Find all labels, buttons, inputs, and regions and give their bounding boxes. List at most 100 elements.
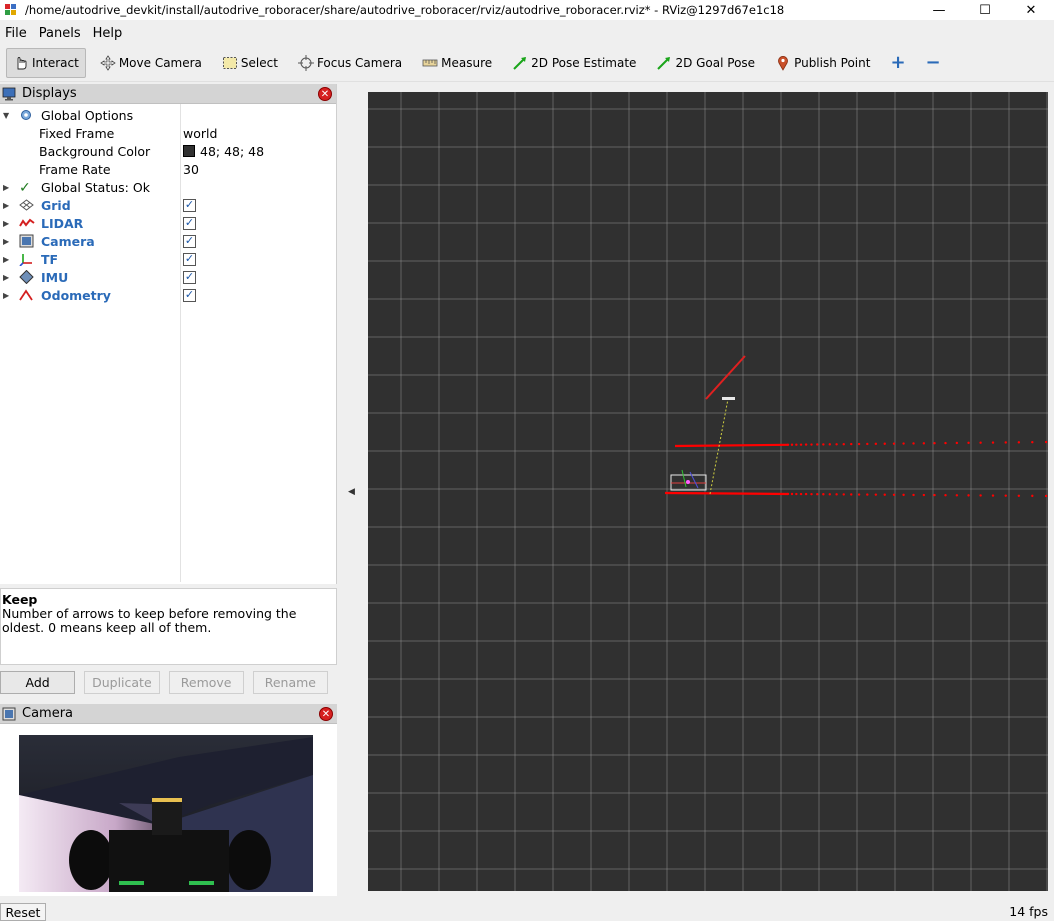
lidar-point xyxy=(1017,494,1021,497)
move-camera-tool-button[interactable]: Move Camera xyxy=(94,48,208,78)
measure-tool-button[interactable]: Measure xyxy=(416,48,498,78)
title-bar: /home/autodrive_devkit/install/autodrive… xyxy=(0,0,1054,20)
camera-panel-title: Camera xyxy=(22,706,74,721)
odometry-checkbox[interactable]: ✓ xyxy=(183,288,196,302)
lidar-point xyxy=(902,442,905,445)
tree-row-fixed-frame[interactable]: Fixed Frame world xyxy=(0,124,337,142)
tree-row-global-options[interactable]: ▼ Global Options xyxy=(0,106,337,124)
scene-canvas[interactable] xyxy=(368,92,1048,891)
grid-checkbox[interactable]: ✓ xyxy=(183,198,196,212)
collapsed-arrow-icon[interactable]: ▶ xyxy=(3,201,11,210)
odometry-check[interactable]: ✓ xyxy=(183,288,196,302)
menu-file[interactable]: File xyxy=(0,26,33,41)
map-pin-icon xyxy=(775,55,791,71)
remove-button[interactable]: Remove xyxy=(168,671,244,694)
lidar-point xyxy=(922,493,926,497)
focus-camera-tool-button[interactable]: Focus Camera xyxy=(292,48,408,78)
close-camera-panel-icon[interactable]: ✕ xyxy=(319,707,333,721)
tree-row-imu[interactable]: ▶ IMU ✓ xyxy=(0,268,337,286)
grid-label: Grid xyxy=(41,197,71,213)
lidar-label: LIDAR xyxy=(41,215,84,231)
tree-row-frame-rate[interactable]: Frame Rate 30 xyxy=(0,160,337,178)
panel-splitter[interactable]: ◀ xyxy=(337,84,368,896)
expand-arrow-icon[interactable]: ▼ xyxy=(3,111,11,120)
pose-estimate-tool-button[interactable]: 2D Pose Estimate xyxy=(506,48,642,78)
camera-image xyxy=(19,735,313,892)
global-status-label: Global Status: Ok xyxy=(41,179,150,195)
collapsed-arrow-icon[interactable]: ▶ xyxy=(3,237,11,246)
tf-checkbox[interactable]: ✓ xyxy=(183,252,196,266)
lidar-point xyxy=(933,493,936,497)
grid-check[interactable]: ✓ xyxy=(183,198,196,212)
publish-point-tool-button[interactable]: Publish Point xyxy=(769,48,876,78)
tree-row-tf[interactable]: ▶ TF ✓ xyxy=(0,250,337,268)
maximize-button[interactable]: ☐ xyxy=(962,0,1008,20)
collapsed-arrow-icon[interactable]: ▶ xyxy=(3,219,11,228)
render-3d-view[interactable] xyxy=(368,92,1048,891)
lidar-point xyxy=(786,492,790,496)
lidar-point xyxy=(835,443,838,446)
lidar-point xyxy=(816,443,819,446)
lidar-point xyxy=(883,442,886,445)
status-bar: Reset 14 fps xyxy=(0,898,1054,921)
window-title: /home/autodrive_devkit/install/autodrive… xyxy=(25,3,785,17)
lidar-point xyxy=(944,441,947,445)
reset-button[interactable]: Reset xyxy=(0,903,46,921)
close-displays-panel-icon[interactable]: ✕ xyxy=(318,87,332,101)
interact-tool-button[interactable]: Interact xyxy=(6,47,86,78)
background-color-value[interactable]: 48; 48; 48 xyxy=(183,144,264,159)
select-box-icon xyxy=(222,55,238,71)
camera-panel-header: Camera ✕ xyxy=(0,704,337,724)
rename-button[interactable]: Rename xyxy=(252,671,328,694)
minimize-button[interactable]: — xyxy=(916,0,962,20)
tree-row-lidar[interactable]: ▶ LIDAR ✓ xyxy=(0,214,337,232)
lidar-point xyxy=(786,443,790,446)
tree-row-background-color[interactable]: Background Color 48; 48; 48 xyxy=(0,142,337,160)
color-swatch[interactable] xyxy=(183,145,195,157)
select-tool-button[interactable]: Select xyxy=(216,48,284,78)
lidar-point xyxy=(866,493,869,496)
collapsed-arrow-icon[interactable]: ▶ xyxy=(3,291,11,300)
menu-panels[interactable]: Panels xyxy=(33,26,87,41)
tree-row-global-status[interactable]: ▶ ✓ Global Status: Ok xyxy=(0,178,337,197)
green-arrow-icon xyxy=(512,55,528,71)
duplicate-button[interactable]: Duplicate xyxy=(84,671,160,694)
lidar-point xyxy=(1044,440,1048,444)
imu-check[interactable]: ✓ xyxy=(183,270,196,284)
remove-tool-button[interactable]: − xyxy=(920,48,947,78)
lidar-point xyxy=(795,443,798,446)
display-buttons: Add Duplicate Remove Rename xyxy=(0,671,337,695)
lidar-point xyxy=(835,493,838,496)
lidar-point xyxy=(1004,494,1007,497)
camera-icon xyxy=(2,707,16,721)
frame-rate-value[interactable]: 30 xyxy=(183,162,199,177)
tf-check[interactable]: ✓ xyxy=(183,252,196,266)
collapsed-arrow-icon[interactable]: ▶ xyxy=(3,183,11,192)
menu-help[interactable]: Help xyxy=(87,26,129,41)
hand-pointer-icon xyxy=(13,55,29,71)
lidar-point xyxy=(804,443,808,446)
collapse-left-icon[interactable]: ◀ xyxy=(348,487,355,497)
fixed-frame-value[interactable]: world xyxy=(183,126,217,141)
tree-row-grid[interactable]: ▶ Grid ✓ xyxy=(0,196,337,214)
lidar-point xyxy=(967,441,970,445)
laser-icon xyxy=(19,216,35,230)
tree-row-camera[interactable]: ▶ Camera ✓ xyxy=(0,232,337,250)
lidar-check[interactable]: ✓ xyxy=(183,216,196,230)
lidar-checkbox[interactable]: ✓ xyxy=(183,216,196,230)
collapsed-arrow-icon[interactable]: ▶ xyxy=(3,273,11,282)
focus-camera-label: Focus Camera xyxy=(316,55,403,70)
lidar-point xyxy=(828,493,831,496)
add-tool-button[interactable]: + xyxy=(884,48,911,78)
displays-panel: Displays ✕ ▼ Global Options Fixed Frame … xyxy=(0,84,337,584)
diamond-icon xyxy=(19,269,35,285)
camera-check[interactable]: ✓ xyxy=(183,234,196,248)
add-button[interactable]: Add xyxy=(0,671,76,694)
imu-checkbox[interactable]: ✓ xyxy=(183,270,196,284)
collapsed-arrow-icon[interactable]: ▶ xyxy=(3,255,11,264)
tree-row-odometry[interactable]: ▶ Odometry ✓ xyxy=(0,286,337,304)
close-window-button[interactable]: ✕ xyxy=(1008,0,1054,20)
odometry-label: Odometry xyxy=(41,287,111,303)
camera-checkbox[interactable]: ✓ xyxy=(183,234,196,248)
goal-pose-tool-button[interactable]: 2D Goal Pose xyxy=(650,48,761,78)
